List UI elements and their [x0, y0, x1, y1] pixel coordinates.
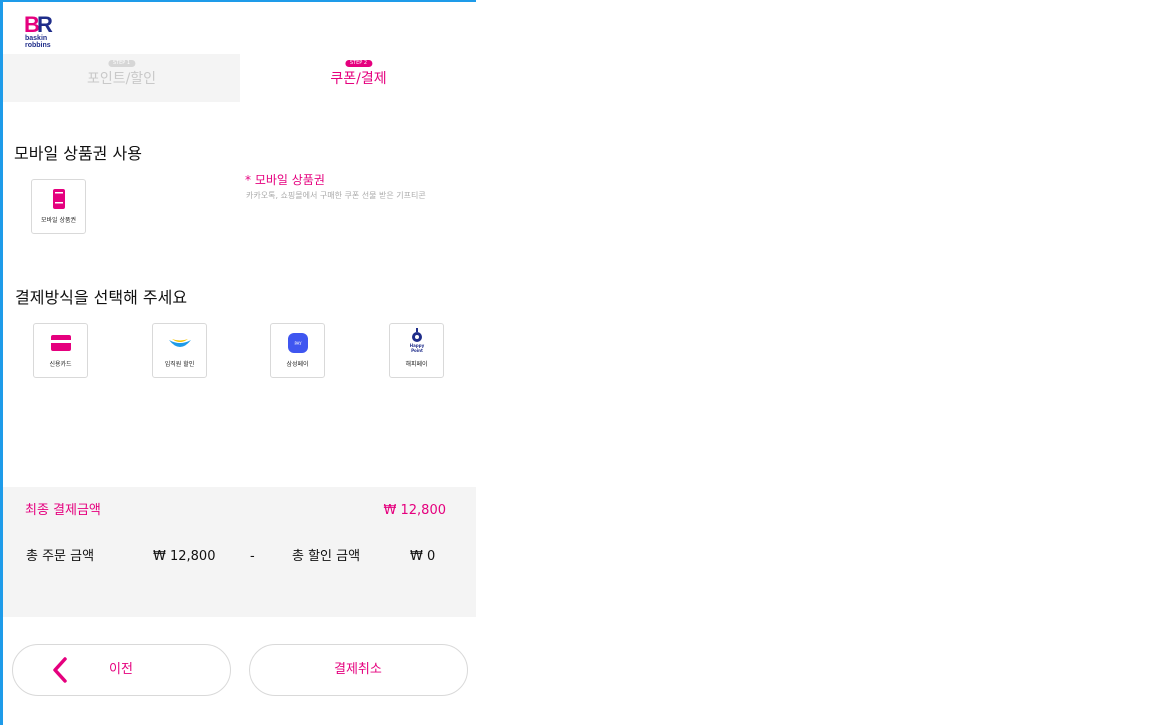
- baskin-robbins-logo: B R baskin robbins: [24, 12, 53, 48]
- samsung-pay-icon: PAY: [287, 333, 308, 353]
- voucher-section-title: 모바일 상품권 사용: [14, 144, 142, 163]
- tab-label: 포인트/할인: [86, 71, 157, 87]
- final-amount-label: 최종 결제금액: [25, 503, 101, 518]
- credit-card-button[interactable]: 신용카드: [33, 323, 88, 378]
- tab-points-discount[interactable]: STEP 1 포인트/할인: [3, 54, 240, 102]
- order-amount-label: 총 주문 금액: [26, 549, 95, 564]
- employee-discount-button[interactable]: 임직원 할인: [152, 323, 207, 378]
- credit-card-icon: [50, 335, 71, 351]
- discount-amount-value: ₩ 0: [410, 549, 436, 564]
- chevron-left-icon: [53, 657, 67, 683]
- tile-label: 삼성페이: [286, 361, 309, 368]
- voucher-note-desc: 카카오톡, 쇼핑몰에서 구매한 쿠폰 선물 받은 기프티콘: [246, 191, 426, 200]
- final-amount-value: ₩ 12,800: [383, 503, 446, 518]
- voucher-note-title: * 모바일 상품권: [245, 173, 325, 187]
- happy-point-icon: Happy Point: [409, 328, 424, 353]
- svg-text:PAY: PAY: [294, 341, 302, 346]
- svg-text:R: R: [37, 12, 53, 37]
- minus-sign: -: [250, 549, 255, 564]
- payment-summary: 최종 결제금액 ₩ 12,800 총 주문 금액 ₩ 12,800 - 총 할인…: [3, 487, 476, 617]
- tile-label: 신용카드: [49, 361, 72, 368]
- discount-amount-label: 총 할인 금액: [292, 549, 361, 564]
- svg-text:robbins: robbins: [25, 42, 51, 48]
- kiosk-screen: B R baskin robbins STEP 1 포인트/할인 STEP 2 …: [0, 0, 477, 725]
- prev-button-label: 이전: [109, 662, 133, 677]
- tile-label: 임직원 할인: [164, 361, 195, 368]
- tab-label: 쿠폰/결제: [330, 71, 387, 87]
- tile-label: 해피페이: [405, 361, 428, 368]
- tile-label: 모바일 상품권: [40, 217, 77, 224]
- cancel-button-label: 결제취소: [334, 662, 382, 677]
- order-amount-value: ₩ 12,800: [153, 549, 216, 564]
- svg-text:Point: Point: [411, 348, 423, 353]
- mobile-phone-icon: [52, 189, 65, 209]
- svg-text:baskin: baskin: [25, 35, 47, 42]
- samsung-pay-button[interactable]: PAY 삼성페이: [270, 323, 325, 378]
- mobile-voucher-button[interactable]: 모바일 상품권: [31, 179, 86, 234]
- step-tabs: STEP 1 포인트/할인 STEP 2 쿠폰/결제: [3, 54, 477, 102]
- cancel-payment-button[interactable]: 결제취소: [249, 644, 468, 696]
- step-badge: STEP 2: [344, 60, 373, 67]
- employee-discount-icon: [168, 339, 191, 347]
- prev-button[interactable]: 이전: [12, 644, 231, 696]
- tab-coupon-payment[interactable]: STEP 2 쿠폰/결제: [240, 54, 477, 102]
- payment-section-title: 결제방식을 선택해 주세요: [15, 288, 188, 307]
- happy-pay-button[interactable]: Happy Point 해피페이: [389, 323, 444, 378]
- step-badge: STEP 1: [107, 60, 136, 67]
